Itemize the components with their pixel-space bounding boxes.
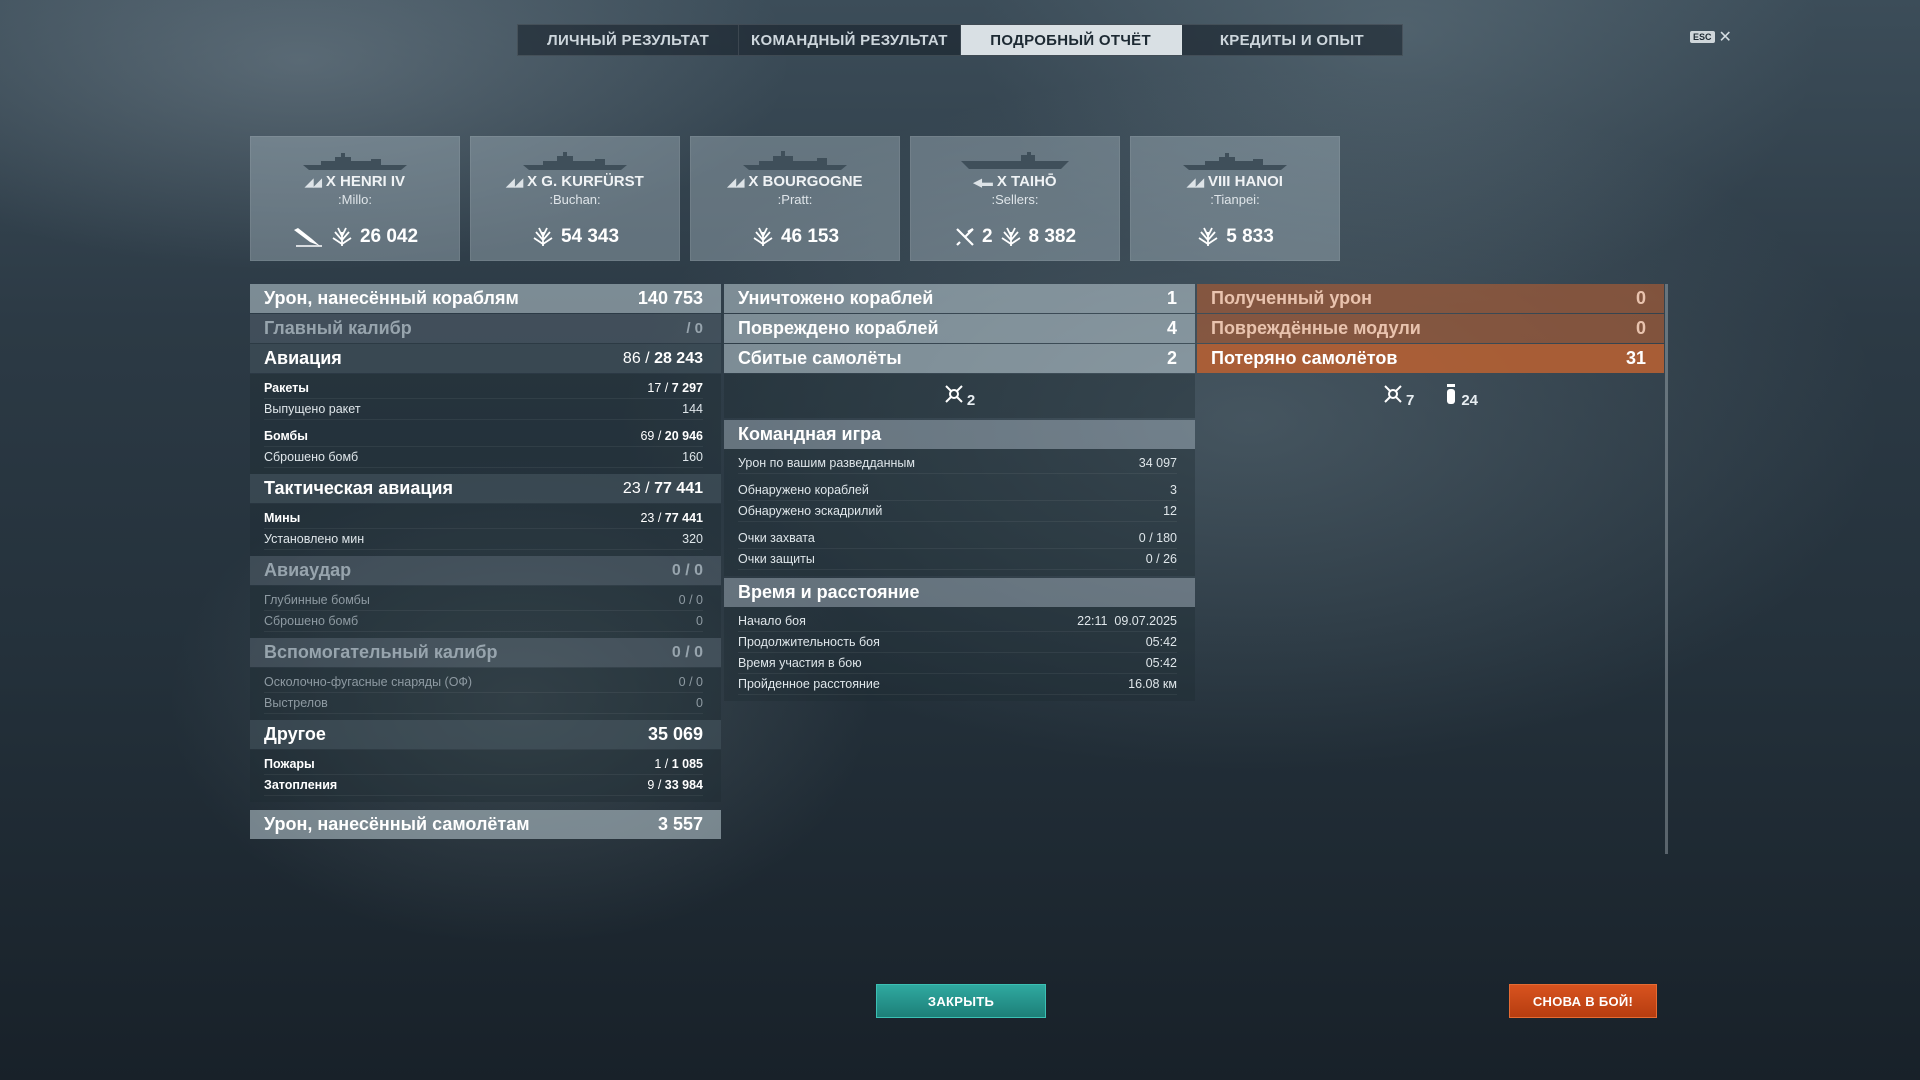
battleship-silhouette-icon xyxy=(523,152,627,170)
tactical-aviation-header: Тактическая авиация 23 / 77 441 xyxy=(250,474,721,503)
battleship-silhouette-icon xyxy=(303,153,407,170)
stat-row: Урон по вашим разведданным 34 097 xyxy=(738,453,1177,474)
stat-row: Пожары 1 / 1 085 xyxy=(264,754,703,775)
damage-to-planes-header: Урон, нанесённый самолётам 3 557 xyxy=(250,810,721,839)
ship-damage-value: 26 042 xyxy=(359,226,419,247)
ship-damage-value: 54 343 xyxy=(560,226,620,247)
ship-name: ◢◢ VIII HANOI xyxy=(1187,173,1283,190)
plane-kill-icon xyxy=(954,226,976,248)
damage-laurel-icon xyxy=(999,226,1023,248)
aviation-header: Авиация 86 / 28 243 xyxy=(250,344,721,373)
stat-row: Установлено мин 320 xyxy=(264,529,703,550)
other-header: Другое 35 069 xyxy=(250,720,721,749)
player-name: :Tianpei: xyxy=(1210,192,1260,207)
stat-row: Ракеты 17 / 7 297 xyxy=(264,378,703,399)
ships-destroyed-row: Уничтожено кораблей 1 xyxy=(724,284,1195,313)
ship-name: ◢◢ X G. KURFÜRST xyxy=(506,173,644,190)
carrier-silhouette-icon xyxy=(961,152,1069,169)
stat-row: Начало боя 22:11 09.07.2025 xyxy=(738,611,1177,632)
aircraft-consumable-icon xyxy=(1444,383,1458,409)
stat-row: Продолжительность боя 05:42 xyxy=(738,632,1177,653)
planes-lost-other-count: 24 xyxy=(1461,391,1479,409)
secondary-caliber-header: Вспомогательный калибр 0 / 0 xyxy=(250,638,721,667)
player-name: :Buchan: xyxy=(549,192,601,207)
esc-close-button[interactable]: ESC ✕ xyxy=(1690,27,1732,47)
ship-damage-value: 46 153 xyxy=(780,226,840,247)
damage-laurel-icon xyxy=(751,226,775,248)
stat-row: Время участия в бою 05:42 xyxy=(738,653,1177,674)
stat-row: Очки защиты 0 / 26 xyxy=(738,549,1177,570)
result-tabs: ЛИЧНЫЙ РЕЗУЛЬТАТ КОМАНДНЫЙ РЕЗУЛЬТАТ ПОД… xyxy=(517,24,1403,56)
stat-row: Глубинные бомбы 0 / 0 xyxy=(264,590,703,611)
stat-row: Сброшено бомб 0 xyxy=(264,611,703,632)
plane-shot-icon xyxy=(944,384,964,408)
ship-name: ◀▬ X TAIHŌ xyxy=(973,173,1057,190)
ship-card[interactable]: ◢◢ VIII HANOI :Tianpei: 5 833 xyxy=(1130,136,1340,261)
battleship-silhouette-icon xyxy=(1183,153,1287,170)
stat-row: Осколочно-фугасные снаряды (ОФ) 0 / 0 xyxy=(264,672,703,693)
stat-row: Обнаружено кораблей 3 xyxy=(738,480,1177,501)
ship-class-icon: ◢◢ xyxy=(506,177,524,189)
scrollbar[interactable] xyxy=(1665,284,1668,854)
player-name: :Millo: xyxy=(338,192,372,207)
stat-row: Выпущено ракет 144 xyxy=(264,399,703,420)
close-icon: ✕ xyxy=(1718,29,1732,46)
ship-card[interactable]: ◢◢ X BOURGOGNE :Pratt: 46 153 xyxy=(690,136,900,261)
ship-card[interactable]: ◀▬ X TAIHŌ :Sellers: 2 8 382 xyxy=(910,136,1120,261)
stat-row: Сброшено бомб 160 xyxy=(264,447,703,468)
esc-key-icon: ESC xyxy=(1690,31,1715,43)
ship-damage-value: 5 833 xyxy=(1226,226,1274,247)
damage-received-row: Полученный урон 0 xyxy=(1197,284,1664,313)
time-distance-header: Время и расстояние xyxy=(724,578,1195,607)
team-play-header: Командная игра xyxy=(724,420,1195,449)
main-caliber-header: Главный калибр/ 0 xyxy=(250,314,721,343)
ship-name: ◢◢ X BOURGOGNE xyxy=(727,173,863,190)
stat-row: Бомбы 69 / 20 946 xyxy=(264,426,703,447)
torpedo-hit-icon xyxy=(292,226,324,248)
ship-card[interactable]: ◢◢ X HENRI IV :Millo: 26 042 xyxy=(250,136,460,261)
tab-detailed-report[interactable]: ПОДРОБНЫЙ ОТЧЁТ xyxy=(960,25,1182,55)
ship-cards: ◢◢ X HENRI IV :Millo: 26 042 ◢◢ X G. KURFÜ… xyxy=(250,136,1340,261)
player-name: :Sellers: xyxy=(991,192,1039,207)
stat-row: Обнаружено эскадрилий 12 xyxy=(738,501,1177,522)
battleship-silhouette-icon xyxy=(743,151,847,170)
damage-laurel-icon xyxy=(531,226,555,248)
damage-breakdown-panel[interactable]: Урон, нанесённый кораблям 140 753 Главный… xyxy=(250,284,721,874)
stat-row: Пройденное расстояние 16.08 км xyxy=(738,674,1177,695)
planes-shot-down-row: Сбитые самолёты 2 xyxy=(724,344,1195,373)
ship-extra-value: 2 xyxy=(981,226,993,247)
stat-row: Мины 23 / 77 441 xyxy=(264,508,703,529)
planes-lost-row: Потеряно самолётов 31 xyxy=(1197,344,1664,373)
tab-team-result[interactable]: КОМАНДНЫЙ РЕЗУЛЬТАТ xyxy=(739,25,961,55)
airstrike-header: Авиаудар 0 / 0 xyxy=(250,556,721,585)
modules-damaged-row: Повреждённые модули 0 xyxy=(1197,314,1664,343)
ship-class-icon: ◀▬ xyxy=(973,177,993,189)
ship-damage-value: 8 382 xyxy=(1028,226,1077,247)
battle-again-button[interactable]: СНОВА В БОЙ! xyxy=(1509,984,1657,1018)
combat-team-panel: Уничтожено кораблей 1 Повреждено кораблей… xyxy=(724,284,1195,701)
damage-laurel-icon xyxy=(1196,226,1220,248)
received-damage-panel: Полученный урон 0 Повреждённые модули 0 По… xyxy=(1197,284,1668,854)
tab-credits-xp[interactable]: КРЕДИТЫ И ОПЫТ xyxy=(1182,25,1402,55)
stat-row: Затопления 9 / 33 984 xyxy=(264,775,703,796)
ship-class-icon: ◢◢ xyxy=(1187,177,1204,189)
planes-lost-shot-count: 7 xyxy=(1405,391,1415,409)
stat-row: Выстрелов 0 xyxy=(264,693,703,714)
player-name: :Pratt: xyxy=(777,192,813,207)
plane-shot-icon xyxy=(1383,384,1403,408)
damage-to-ships-header: Урон, нанесённый кораблям 140 753 xyxy=(250,284,721,313)
damage-laurel-icon xyxy=(330,226,354,248)
ship-class-icon: ◢◢ xyxy=(727,177,745,189)
ship-name: ◢◢ X HENRI IV xyxy=(304,173,406,190)
ship-card[interactable]: ◢◢ X G. KURFÜRST :Buchan: 54 343 xyxy=(470,136,680,261)
tab-personal-result[interactable]: ЛИЧНЫЙ РЕЗУЛЬТАТ xyxy=(518,25,740,55)
planes-shot-count: 2 xyxy=(966,391,976,409)
close-button[interactable]: ЗАКРЫТЬ xyxy=(876,984,1046,1018)
ship-class-icon: ◢◢ xyxy=(304,177,322,189)
ships-damaged-row: Повреждено кораблей 4 xyxy=(724,314,1195,343)
stat-row: Очки захвата 0 / 180 xyxy=(738,528,1177,549)
